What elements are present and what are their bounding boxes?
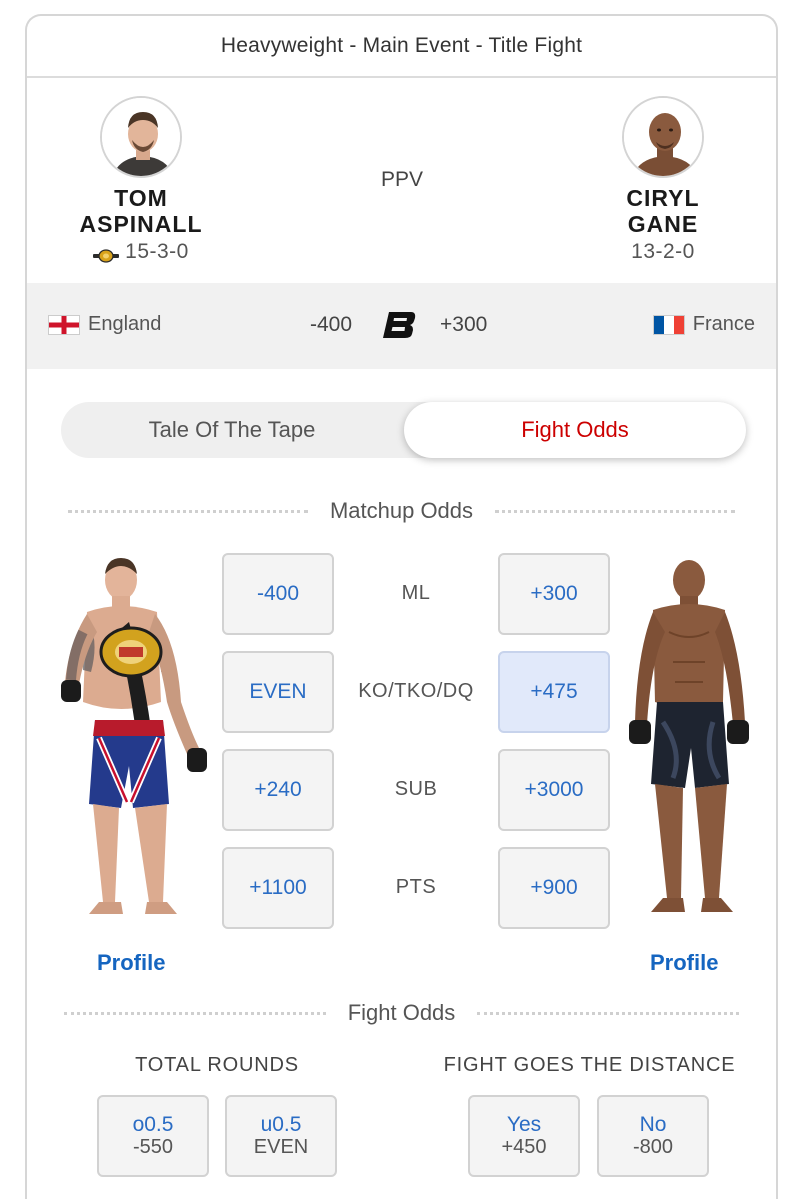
card-header: Heavyweight - Main Event - Title Fight bbox=[27, 16, 776, 78]
over-line: o0.5 bbox=[132, 1113, 174, 1136]
right-fighter-first-name: CIRYL bbox=[626, 185, 700, 211]
odds-label-pts: PTS bbox=[395, 876, 437, 898]
left-fighter-record: 15-3-0 bbox=[125, 240, 189, 263]
championship-belt-icon bbox=[93, 245, 120, 263]
right-fighter-profile-link[interactable]: Profile bbox=[650, 950, 718, 976]
total-rounds-under-button[interactable]: u0.5 EVEN bbox=[225, 1095, 337, 1177]
over-odds: -550 bbox=[132, 1136, 174, 1158]
fight-card: Heavyweight - Main Event - Title Fight T… bbox=[25, 14, 778, 1199]
tab-tale-of-the-tape[interactable]: Tale Of The Tape bbox=[61, 402, 403, 458]
right-fighter-record: 13-2-0 bbox=[631, 240, 695, 263]
right-fighter-last-name: GANE bbox=[627, 211, 699, 237]
odds-pts-right[interactable]: +900 bbox=[498, 847, 610, 929]
left-fighter-image[interactable] bbox=[59, 552, 209, 927]
right-fighter-avatar[interactable] bbox=[622, 96, 704, 178]
odds-ml-right[interactable]: +300 bbox=[498, 553, 610, 635]
right-fighter-record-row: 13-2-0 bbox=[568, 240, 758, 264]
left-moneyline[interactable]: -400 bbox=[310, 313, 352, 337]
odds-label-ml: ML bbox=[401, 582, 431, 604]
matchup-odds-heading: Matchup Odds bbox=[27, 498, 776, 524]
left-fighter-avatar[interactable] bbox=[100, 96, 182, 178]
odds-sub-right[interactable]: +3000 bbox=[498, 749, 610, 831]
divider bbox=[67, 509, 308, 513]
divider bbox=[477, 1011, 740, 1015]
left-fighter-last-name: ASPINALL bbox=[79, 211, 203, 237]
yes-odds: +450 bbox=[501, 1136, 547, 1158]
no-odds: -800 bbox=[632, 1136, 674, 1158]
right-fighter-summary[interactable]: CIRYL GANE 13-2-0 bbox=[568, 96, 758, 264]
divider bbox=[495, 509, 736, 513]
odds-ml-left[interactable]: -400 bbox=[222, 553, 334, 635]
divider bbox=[63, 1011, 326, 1015]
odds-ko-left[interactable]: EVEN bbox=[222, 651, 334, 733]
odds-ko-right[interactable]: +475 bbox=[498, 651, 610, 733]
odds-label-sub: SUB bbox=[394, 778, 438, 800]
distance-no-button[interactable]: No -800 bbox=[597, 1095, 709, 1177]
under-line: u0.5 bbox=[260, 1113, 302, 1136]
total-rounds-heading: TOTAL ROUNDS bbox=[135, 1054, 299, 1076]
left-fighter-first-name: TOM bbox=[114, 185, 168, 211]
left-fighter-profile-link[interactable]: Profile bbox=[97, 950, 165, 976]
right-moneyline[interactable]: +300 bbox=[440, 313, 487, 337]
total-rounds-over-button[interactable]: o0.5 -550 bbox=[97, 1095, 209, 1177]
right-country-name: France bbox=[692, 313, 755, 335]
fight-title: Heavyweight - Main Event - Title Fight bbox=[220, 34, 583, 57]
event-tag: PPV bbox=[380, 168, 424, 191]
odds-pts-left[interactable]: +1100 bbox=[222, 847, 334, 929]
left-country-name: England bbox=[88, 313, 162, 335]
odds-sub-left[interactable]: +240 bbox=[222, 749, 334, 831]
left-fighter-record-row: 15-3-0 bbox=[46, 240, 236, 264]
under-odds: EVEN bbox=[253, 1136, 309, 1158]
country-odds-band: England -400 +300 France bbox=[27, 283, 776, 369]
yes-line: Yes bbox=[506, 1113, 542, 1136]
fight-odds-title: Fight Odds bbox=[347, 1000, 456, 1025]
tab-fight-odds[interactable]: Fight Odds bbox=[404, 402, 746, 458]
sportsbook-logo-icon[interactable] bbox=[383, 310, 417, 340]
odds-tab-toggle: Tale Of The Tape Fight Odds bbox=[61, 402, 746, 458]
no-line: No bbox=[639, 1113, 667, 1136]
left-fighter-summary[interactable]: TOM ASPINALL 15-3-0 bbox=[46, 96, 236, 264]
odds-label-ko: KO/TKO/DQ bbox=[358, 680, 474, 702]
distance-yes-button[interactable]: Yes +450 bbox=[468, 1095, 580, 1177]
right-fighter-image[interactable] bbox=[623, 552, 753, 927]
matchup-odds-title: Matchup Odds bbox=[329, 498, 474, 523]
england-flag-icon bbox=[48, 314, 80, 335]
distance-heading: FIGHT GOES THE DISTANCE bbox=[443, 1054, 736, 1076]
left-fighter-country: England bbox=[48, 313, 161, 336]
france-flag-icon bbox=[652, 314, 685, 335]
right-fighter-country: France bbox=[652, 313, 755, 336]
fight-odds-heading: Fight Odds bbox=[27, 1000, 776, 1026]
